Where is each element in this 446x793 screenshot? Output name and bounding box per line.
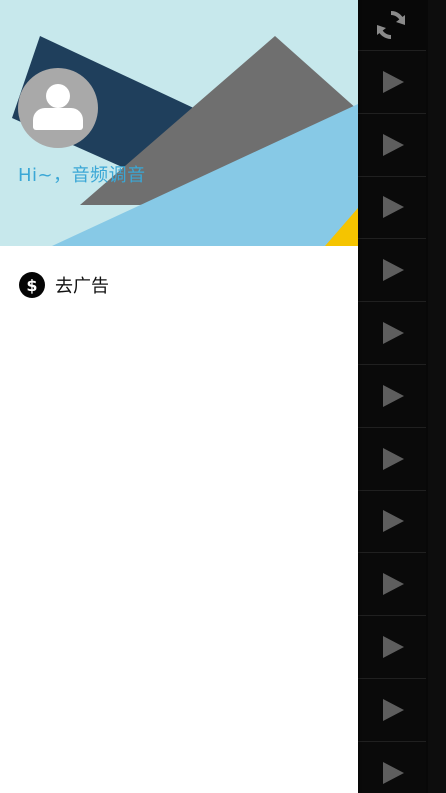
- screen: Hi~，音频调音 $ 去广告: [0, 0, 446, 793]
- drawer-header: Hi~，音频调音: [0, 0, 358, 246]
- play-icon: [382, 259, 404, 282]
- play-icon: [382, 761, 404, 784]
- play-icon: [382, 196, 404, 219]
- play-icon: [382, 510, 404, 533]
- dollar-circle-icon: $: [19, 272, 45, 298]
- play-button[interactable]: [356, 426, 426, 490]
- refresh-icon: [377, 10, 405, 40]
- play-icon: [382, 636, 404, 659]
- play-button[interactable]: [356, 50, 426, 113]
- play-button[interactable]: [356, 552, 426, 616]
- play-icon: [382, 70, 404, 93]
- avatar-head-shape: [46, 84, 70, 108]
- play-icon: [382, 447, 404, 470]
- play-icon: [382, 322, 404, 345]
- play-button[interactable]: [356, 677, 426, 741]
- play-button[interactable]: [356, 615, 426, 678]
- avatar-body-shape: [33, 108, 83, 130]
- user-avatar[interactable]: [18, 68, 98, 148]
- play-icon: [382, 384, 404, 407]
- play-icon: [382, 573, 404, 596]
- play-button[interactable]: [356, 175, 426, 239]
- play-button[interactable]: [356, 363, 426, 427]
- play-button[interactable]: [356, 489, 426, 553]
- refresh-button[interactable]: [356, 0, 426, 50]
- play-button-list: [356, 50, 426, 793]
- play-button[interactable]: [356, 112, 426, 176]
- navigation-drawer: Hi~，音频调音 $ 去广告: [0, 0, 358, 793]
- play-button[interactable]: [356, 301, 426, 364]
- play-icon: [382, 698, 404, 721]
- play-icon: [382, 133, 404, 156]
- play-button[interactable]: [356, 238, 426, 302]
- play-button[interactable]: [356, 740, 426, 793]
- menu-item-label: 去广告: [55, 276, 109, 297]
- greeting-text: Hi~，音频调音: [18, 165, 146, 186]
- right-edge-strip: [428, 0, 446, 793]
- menu-item-remove-ads[interactable]: $ 去广告: [0, 262, 358, 308]
